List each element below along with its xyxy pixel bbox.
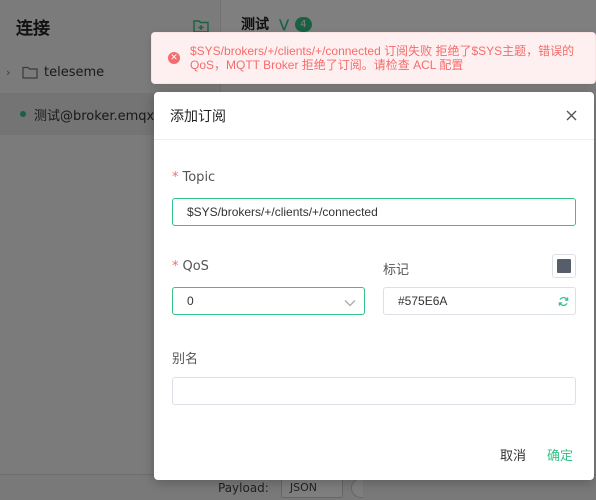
alias-label-text: 别名 — [172, 352, 199, 367]
dialog-title: 添加订阅 — [170, 108, 226, 125]
color-picker-button[interactable] — [552, 254, 576, 278]
error-message: $SYS/brokers/+/clients/+/connected 订阅失败 … — [190, 44, 575, 72]
alias-input[interactable] — [172, 377, 576, 405]
color-tag-value: #575E6A — [398, 294, 448, 308]
confirm-button[interactable]: 确定 — [547, 445, 573, 464]
color-preview — [557, 259, 571, 273]
required-asterisk: * — [172, 259, 179, 274]
chevron-down-icon — [344, 296, 356, 310]
cancel-button[interactable]: 取消 — [500, 445, 526, 464]
topic-label-text: Topic — [182, 170, 216, 185]
alias-label: 别名 — [172, 348, 198, 367]
color-tag-label-text: 标记 — [383, 263, 410, 278]
topic-input[interactable]: $SYS/brokers/+/clients/+/connected — [172, 198, 576, 226]
color-tag-input[interactable]: #575E6A — [383, 287, 576, 315]
topic-input-value: $SYS/brokers/+/clients/+/connected — [187, 205, 378, 219]
qos-label: * QoS — [172, 259, 209, 274]
qos-select-value: 0 — [187, 294, 194, 308]
close-icon[interactable] — [564, 109, 578, 123]
qos-label-text: QoS — [182, 259, 209, 274]
qos-select[interactable]: 0 — [172, 287, 365, 315]
dialog-header: 添加订阅 — [154, 92, 594, 140]
add-subscription-dialog: 添加订阅 * Topic $SYS/brokers/+/clients/+/con… — [154, 92, 594, 480]
topic-label: * Topic — [172, 170, 215, 185]
error-icon: ✕ — [168, 52, 180, 64]
color-tag-label: 标记 — [383, 259, 409, 278]
required-asterisk: * — [172, 170, 179, 185]
error-toast: ✕ $SYS/brokers/+/clients/+/connected 订阅失… — [151, 32, 596, 84]
refresh-icon[interactable] — [558, 296, 569, 310]
